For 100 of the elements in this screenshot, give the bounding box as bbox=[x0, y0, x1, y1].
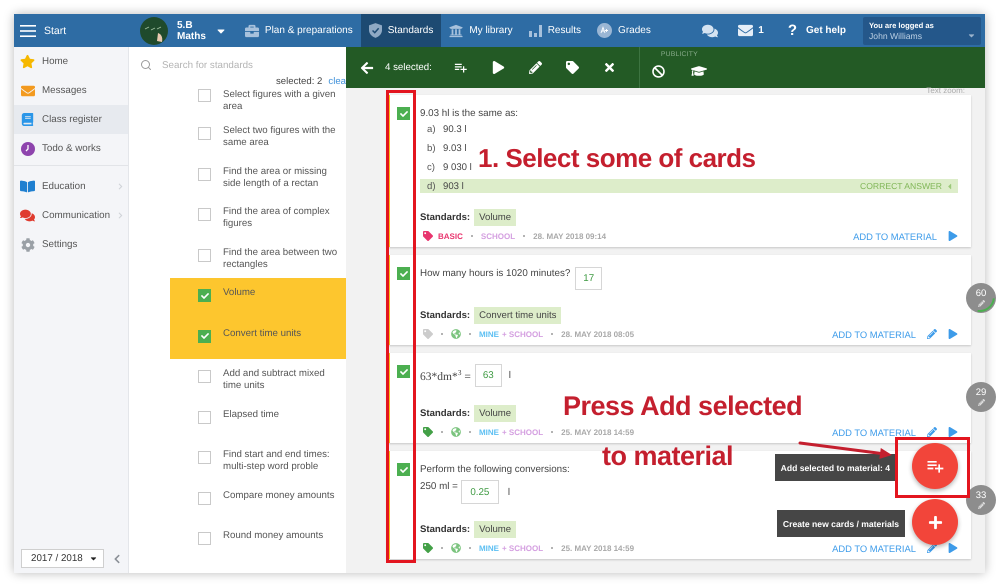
score-value: 29 bbox=[976, 388, 986, 398]
standard-item[interactable]: Find the area between two rectangles bbox=[170, 238, 346, 278]
standard-tag: Volume bbox=[474, 405, 516, 422]
search-field[interactable]: Search for standards bbox=[162, 57, 322, 73]
nav-item[interactable]: Messages bbox=[14, 76, 128, 105]
check-icon bbox=[400, 270, 408, 278]
separator-dot bbox=[551, 431, 554, 433]
ban-icon[interactable] bbox=[652, 64, 665, 78]
standard-item[interactable]: Add and subtract mixed time units bbox=[170, 359, 346, 400]
check-icon bbox=[400, 368, 408, 376]
messages-button[interactable]: 1 bbox=[738, 23, 764, 38]
standard-item[interactable]: Find the area or missing side length of a rectan bbox=[170, 156, 346, 197]
play-icon[interactable] bbox=[492, 61, 505, 74]
option-letter: a) bbox=[427, 124, 437, 134]
score-badge[interactable]: 33 bbox=[966, 485, 996, 515]
standard-item[interactable]: Find the area of complex figures bbox=[170, 197, 346, 238]
checkbox[interactable] bbox=[397, 365, 410, 378]
chevron-left-icon bbox=[112, 554, 122, 564]
score-badge[interactable]: 29 bbox=[966, 382, 996, 412]
add-to-material-link[interactable]: ADD TO MATERIAL bbox=[832, 328, 916, 340]
nav-tab[interactable]: Grades bbox=[589, 14, 659, 47]
briefcase-icon bbox=[244, 24, 259, 38]
question-text: Perform the following conversions: bbox=[420, 463, 570, 476]
standard-tag: Volume bbox=[474, 209, 516, 226]
pencil-icon[interactable] bbox=[528, 61, 542, 74]
answer-box[interactable]: 63 bbox=[474, 364, 502, 387]
checkbox[interactable] bbox=[198, 410, 211, 424]
standard-item[interactable]: Round money amounts bbox=[170, 521, 346, 562]
unit-label: l bbox=[508, 486, 510, 498]
graduation-cap-icon[interactable] bbox=[690, 63, 707, 79]
back-arrow-icon[interactable] bbox=[360, 60, 374, 74]
standard-item[interactable]: Select two figures with the same area bbox=[170, 116, 346, 156]
nav-item[interactable]: Todo & works bbox=[14, 134, 128, 163]
add-to-material-link[interactable]: ADD TO MATERIAL bbox=[853, 230, 937, 242]
text-zoom-label: Text zoom: bbox=[926, 87, 965, 95]
score-value: 60 bbox=[976, 289, 986, 299]
separator-dot bbox=[470, 235, 473, 237]
bar-chart-icon bbox=[528, 24, 542, 36]
checkbox[interactable] bbox=[198, 168, 211, 180]
checkbox[interactable] bbox=[198, 451, 211, 464]
checkbox[interactable] bbox=[198, 248, 211, 262]
nav-item[interactable]: Settings bbox=[14, 230, 128, 259]
nav-tab[interactable]: Plan & preparations bbox=[236, 14, 361, 47]
checkbox[interactable] bbox=[198, 89, 211, 102]
checkbox[interactable] bbox=[198, 289, 211, 302]
standard-item[interactable]: Find start and end times: multi-step word proble bbox=[170, 440, 346, 480]
separator-dot bbox=[469, 333, 471, 335]
separator-dot bbox=[441, 333, 443, 335]
answer-box[interactable]: 0.25 bbox=[460, 480, 499, 504]
checkbox[interactable] bbox=[198, 370, 211, 383]
check-icon bbox=[200, 292, 208, 300]
unit-label: l bbox=[508, 370, 511, 381]
help-button[interactable]: ? Get help bbox=[788, 22, 846, 39]
standard-item[interactable]: Volume bbox=[170, 278, 346, 318]
checkbox[interactable] bbox=[198, 330, 211, 342]
clear-link[interactable]: clea bbox=[328, 76, 346, 86]
option-letter: d) bbox=[427, 180, 437, 192]
checkbox[interactable] bbox=[198, 127, 211, 140]
owner-label: + SCHOOL bbox=[502, 428, 544, 436]
owner-label: SCHOOL bbox=[480, 232, 516, 240]
year-select[interactable]: 2017 / 2018 bbox=[21, 549, 104, 568]
nav-tab[interactable]: Results bbox=[520, 14, 590, 47]
collapse-button[interactable] bbox=[112, 554, 122, 564]
option-text: 9.03 l bbox=[443, 142, 466, 154]
class-avatar-icon bbox=[140, 16, 168, 44]
separator-dot bbox=[469, 547, 471, 549]
checkbox[interactable] bbox=[198, 492, 211, 504]
correct-answer-label: CORRECT ANSWER bbox=[860, 181, 942, 191]
owner-label: + SCHOOL bbox=[502, 330, 544, 338]
nav-item[interactable]: Home bbox=[14, 47, 128, 76]
nav-item[interactable]: Education bbox=[14, 172, 128, 201]
menu-icon bbox=[20, 24, 36, 36]
check-icon bbox=[400, 110, 408, 118]
checkbox[interactable] bbox=[198, 208, 211, 221]
class-switcher[interactable]: 5.B Maths bbox=[140, 14, 227, 47]
separator-dot bbox=[551, 333, 554, 335]
pencil-icon[interactable] bbox=[927, 543, 937, 553]
date-text: 28. MAY 2018 08:05 bbox=[561, 330, 634, 338]
nav-tab[interactable]: My library bbox=[441, 14, 521, 47]
score-badge[interactable]: 60 bbox=[966, 283, 996, 313]
standard-item[interactable]: Compare money amounts bbox=[170, 480, 346, 521]
standard-item[interactable]: Select figures with a given area bbox=[170, 88, 346, 116]
standard-item[interactable]: Convert time units bbox=[170, 318, 346, 359]
checkbox[interactable] bbox=[397, 267, 410, 280]
checkbox[interactable] bbox=[397, 107, 410, 120]
separator-dot bbox=[523, 235, 526, 237]
chat-icon[interactable] bbox=[702, 22, 718, 38]
answer-box[interactable]: 17 bbox=[575, 267, 602, 290]
add-to-material-link[interactable]: ADD TO MATERIAL bbox=[832, 426, 916, 438]
nav-item[interactable]: Communication bbox=[14, 201, 128, 230]
start-menu-button[interactable]: Start bbox=[14, 14, 130, 47]
standard-item[interactable]: Elapsed time bbox=[170, 400, 346, 440]
nav-item[interactable]: Class register bbox=[14, 105, 128, 134]
nav-tab[interactable]: Standards bbox=[360, 14, 442, 47]
pencil-icon bbox=[978, 399, 984, 406]
add-to-material-link[interactable]: ADD TO MATERIAL bbox=[832, 542, 916, 554]
tag-icon[interactable] bbox=[566, 61, 579, 74]
close-icon[interactable] bbox=[602, 61, 616, 74]
checkbox[interactable] bbox=[397, 463, 410, 476]
checkbox[interactable] bbox=[198, 532, 211, 545]
